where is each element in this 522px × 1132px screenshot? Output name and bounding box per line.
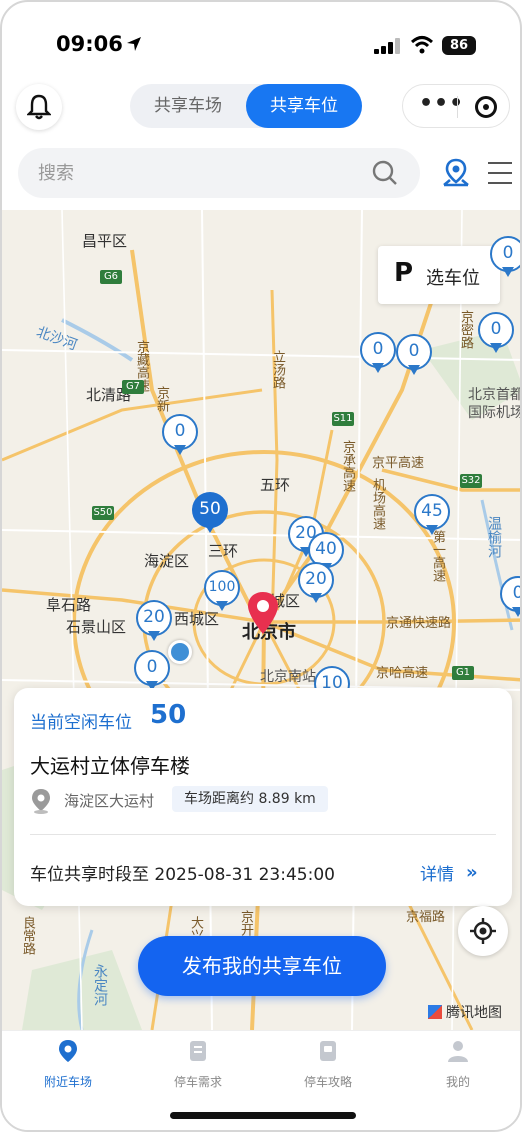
bell-icon [27, 94, 51, 120]
location-pin-icon [32, 789, 50, 814]
crosshair-icon [470, 918, 496, 944]
capsule-divider [457, 96, 458, 118]
search-input[interactable] [38, 148, 368, 198]
signal-icon [374, 38, 400, 54]
map-label: 五环 [260, 476, 291, 494]
location-icon [59, 1040, 77, 1062]
map-label: 京福路 [406, 910, 446, 925]
map-label: 永定河 [92, 964, 108, 1006]
parking-marker[interactable]: 0 [162, 414, 198, 458]
wifi-icon [410, 36, 434, 54]
tab-nearby[interactable]: 附近车场 [18, 1039, 118, 1090]
close-miniprogram-icon[interactable] [475, 96, 497, 118]
map-view[interactable]: 昌平区 北沙河 北清路 立汤路 京藏高速 京承高速 京平高速 机场高速 京密路 … [2, 210, 522, 1030]
parking-marker[interactable]: 20 [298, 562, 334, 606]
tab-guide[interactable]: 停车攻略 [278, 1039, 378, 1090]
top-header: 共享车场 共享车位 ••• [2, 82, 520, 138]
parking-marker[interactable]: 0 [360, 332, 396, 376]
map-label: 京通快速路 [386, 616, 452, 631]
tab-label: 停车需求 [173, 1075, 222, 1089]
parking-info-card[interactable]: 当前空闲车位 50 大运村立体停车楼 海淀区大运村 车场距离约 8.89 km … [14, 688, 512, 906]
distance-badge: 车场距离约 8.89 km [172, 786, 328, 812]
highway-shield: G6 [100, 270, 122, 284]
highway-shield: S11 [332, 412, 354, 426]
map-label: 三环 [208, 542, 239, 560]
select-spot-button[interactable]: P 选车位 [378, 246, 500, 304]
map-label: 温榆河 [486, 516, 502, 558]
search-box [18, 148, 420, 198]
highway-shield: S50 [92, 506, 114, 520]
map-label: 京承高速 [340, 440, 355, 492]
status-bar: 09:06 86 [2, 2, 520, 80]
tab-demand[interactable]: 停车需求 [148, 1039, 248, 1090]
tencent-map-logo-icon [428, 1005, 442, 1019]
parking-marker[interactable]: 0 [478, 312, 514, 356]
tab-shared-space[interactable]: 共享车位 [246, 84, 362, 128]
search-icon[interactable] [372, 160, 398, 186]
parking-marker-selected[interactable]: 50 [192, 492, 228, 536]
list-menu-icon[interactable] [488, 162, 512, 184]
miniprogram-capsule: ••• [402, 84, 510, 128]
parking-marker[interactable]: 0 [396, 334, 432, 378]
tab-shared-lot[interactable]: 共享车场 [130, 84, 246, 128]
free-spaces-label: 当前空闲车位 [30, 713, 132, 733]
map-label: 海淀区 [144, 552, 190, 570]
locate-me-button[interactable] [458, 906, 508, 956]
parking-marker[interactable]: 0 [490, 236, 520, 280]
map-label: 京哈高速 [376, 666, 429, 681]
map-label: 昌平区 [82, 232, 128, 250]
map-label: 京新 [154, 386, 169, 412]
tab-label: 我的 [445, 1075, 470, 1089]
detail-link[interactable]: 详情 [420, 860, 454, 885]
tab-label: 附近车场 [43, 1075, 92, 1089]
highway-shield: S32 [460, 474, 482, 488]
parking-address: 海淀区大运村 [64, 792, 155, 810]
home-indicator [170, 1112, 356, 1119]
publish-space-button[interactable]: 发布我的共享车位 [138, 936, 386, 996]
tab-label: 停车攻略 [303, 1075, 352, 1089]
map-label: 北京南站 [260, 669, 316, 685]
current-location-dot [168, 640, 192, 664]
map-label: 石景山区 [66, 618, 127, 636]
free-spaces-count: 50 [150, 700, 187, 730]
double-chevron-right-icon[interactable]: » [466, 862, 478, 883]
notification-button[interactable] [16, 84, 62, 130]
phone-screen: 09:06 86 共享车场 共享车位 ••• 搜索 昌平区 北沙河 北清路 立汤… [0, 0, 522, 1132]
search-row [2, 148, 520, 200]
parking-name: 大运村立体停车楼 [30, 754, 190, 778]
map-credit: 腾讯地图 [428, 1002, 502, 1022]
user-icon [448, 1041, 468, 1062]
parking-marker[interactable]: 45 [414, 494, 450, 538]
status-time: 09:06 [56, 32, 123, 56]
highway-shield: G7 [122, 380, 144, 394]
map-label: 京平高速 [372, 456, 425, 471]
battery-indicator: 86 [442, 36, 476, 55]
parking-marker[interactable]: 100 [204, 570, 240, 614]
parking-icon: P [394, 258, 414, 288]
mode-segmented-control: 共享车场 共享车位 [130, 84, 362, 128]
parking-marker[interactable]: 20 [136, 600, 172, 644]
map-label: 机场高速 [370, 478, 385, 530]
map-pin-icon[interactable] [442, 158, 470, 188]
map-label: 京密路 [458, 310, 473, 349]
guide-book-icon [320, 1041, 336, 1061]
map-credit-text: 腾讯地图 [446, 1005, 502, 1021]
highway-shield: G1 [452, 666, 474, 680]
map-label-airport: 北京首都国际机场 [468, 387, 522, 421]
map-label: 阜石路 [46, 596, 92, 614]
map-label: 立汤路 [270, 350, 285, 389]
select-spot-label: 选车位 [426, 268, 480, 289]
share-period: 车位共享时段至 2025-08-31 23:45:00 [30, 865, 335, 885]
tab-mine[interactable]: 我的 [408, 1039, 508, 1090]
destination-pin-icon [248, 592, 278, 634]
location-arrow-icon [127, 37, 141, 51]
document-icon [190, 1041, 206, 1061]
parking-marker[interactable]: 0 [500, 576, 520, 620]
card-divider [30, 834, 496, 835]
map-label: 良常路 [20, 916, 35, 955]
